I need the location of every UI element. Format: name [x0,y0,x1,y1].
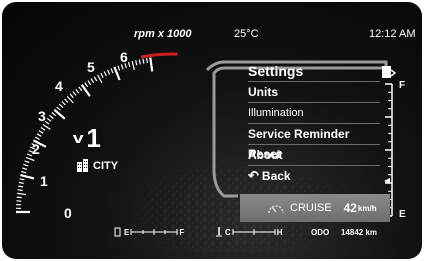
tach-tick [36,133,42,137]
tach-tick [78,86,83,92]
back-label: Back [261,169,291,183]
tach-tick [75,88,80,94]
tach-tick [135,60,138,66]
drive-mode: CITY [76,159,118,172]
tach-tick [17,189,23,192]
cruise-label: CRUISE [290,202,332,214]
tach-tick [34,136,40,141]
fuel-bar: E F [114,227,184,237]
clock: 12:12 AM [369,28,416,40]
settings-menu: Settings Units Illumination Service Remi… [248,62,380,186]
fuel-bar-scale [130,229,178,235]
tach-tick [149,57,154,72]
tach-tick [103,71,107,77]
tach-tick [56,106,61,111]
tach-tick [127,62,131,68]
odometer-value: 14842 km [341,228,378,237]
tach-tick [80,84,91,97]
tach-tick [18,181,24,184]
tach-tick [16,196,22,199]
menu-item-units[interactable]: Units [248,81,380,102]
menu-item-illumination[interactable]: Illumination [248,102,380,123]
tach-tick [146,58,148,64]
tach-tick [87,80,92,86]
menu-item-about[interactable]: About [248,144,380,165]
tach-tick [22,167,28,170]
tach-tick [117,65,121,71]
rpm-tick-4: 4 [55,78,63,94]
tach-tick [18,185,24,188]
tach-tick [23,163,29,167]
back-arrow-icon: ↶ [248,168,259,183]
fuel-pump-small-icon [114,227,121,237]
rpm-tick-5: 5 [87,59,95,75]
fuel-bar-full-label: F [179,227,185,237]
tach-tick [97,74,103,84]
temperature-bar-scale [232,229,276,235]
drive-mode-label: CITY [93,159,119,172]
tach-tick [38,130,44,134]
tach-tick [19,178,25,181]
rpm-tick-1: 1 [40,173,48,189]
tach-tick [42,123,51,130]
tach-tick [84,82,89,88]
cruise-control-banner: CRUISE 42 km/h [240,194,390,222]
gear-number: 1 [86,123,101,153]
tach-tick [64,98,69,103]
rpm-tick-3: 3 [38,108,46,124]
temperature-bar-hot-label: H [276,227,283,237]
tach-tick [46,117,52,122]
tach-tick [20,174,35,180]
tach-tick [25,156,35,162]
menu-item-back[interactable]: ↶ Back [248,165,380,186]
odometer-label: ODO [311,228,330,237]
fuel-pump-icon [382,66,391,78]
tach-redline [140,52,178,59]
rpm-unit-label: rpm x 1000 [134,28,192,40]
cruise-speed: 42 [343,201,357,215]
city-building-icon [77,159,88,172]
cruise-speedometer-icon [268,205,284,214]
cruise-speed-unit: km/h [357,203,377,213]
tach-tick [61,101,66,106]
tach-tick [120,64,124,70]
tach-tick [40,126,46,131]
tach-tick [93,76,98,82]
menu-item-service-reminder-reset[interactable]: Service Reminder Reset [248,123,380,161]
tach-tick [138,59,141,65]
tach-tick [100,72,104,78]
rpm-tick-0: 0 [64,205,72,221]
gear-indicator: v 1 [72,123,101,154]
menu-title: Settings [248,63,304,79]
chevron-down-icon: v [72,130,84,147]
tach-tick [58,103,64,109]
temperature-bar: C H [215,227,283,237]
rpm-tick-2: 2 [32,141,40,157]
tach-tick [53,108,66,120]
tach-tick [21,170,27,174]
tach-tick [131,61,135,71]
outside-temperature: 25°C [234,28,259,40]
tach-tick [90,78,95,84]
fuel-pump-nozzle [390,69,397,77]
tach-tick [142,58,145,64]
tach-tick [69,93,74,99]
coolant-temperature-icon [216,227,222,237]
fuel-empty-label: E [399,209,406,220]
tach-tick [17,192,27,196]
rpm-tick-6: 6 [120,49,128,65]
tach-tick [107,69,111,75]
fuel-full-label: F [399,80,406,91]
tach-tick [110,68,114,74]
tach-tick [49,114,54,119]
tach-tick [24,160,30,164]
instrument-cluster: rpm x 1000 25°C 12:12 AM 0 1 2 3 4 5 6 v… [2,2,422,259]
tach-tick [72,91,77,96]
tach-tick [51,112,57,117]
